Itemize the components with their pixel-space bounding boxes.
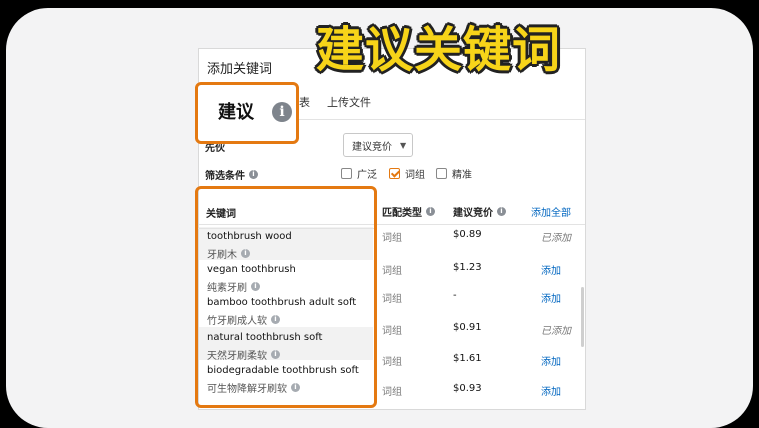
info-icon[interactable]: i: [249, 170, 258, 179]
header-suggested-bid-text: 建议竞价: [453, 208, 493, 219]
filter-phrase-label: 词组: [405, 170, 425, 181]
info-icon[interactable]: i: [426, 207, 435, 216]
chevron-down-icon: ▼: [400, 140, 407, 150]
filter-phrase[interactable]: 词组: [389, 166, 425, 181]
header-match-type: 匹配类型 i: [382, 204, 435, 219]
keyword-header-divider: [198, 228, 374, 229]
filter-exact-label: 精准: [452, 170, 472, 181]
match-type: 词组: [382, 387, 402, 398]
header-suggested-bid: 建议竞价 i: [453, 204, 506, 219]
header-match-type-text: 匹配类型: [382, 208, 422, 219]
add-button[interactable]: 添加: [541, 353, 561, 368]
bid-value: $1.61: [453, 353, 482, 364]
bid-value: $0.93: [453, 383, 482, 394]
match-type: 词组: [382, 357, 402, 368]
bid-dropdown-label: 建议竞价: [352, 141, 392, 153]
bid-value: $0.89: [453, 229, 482, 240]
checkbox-checked-icon[interactable]: [389, 168, 400, 179]
add-button[interactable]: 添加: [541, 383, 561, 398]
info-icon[interactable]: i: [497, 207, 506, 216]
header-keyword: 关键词: [206, 209, 236, 220]
bid-value: -: [453, 290, 457, 301]
bid-value: $0.91: [453, 322, 482, 333]
overlay-caption: 建议关键词: [316, 22, 562, 78]
tab-upload-file[interactable]: 上传文件: [327, 94, 371, 110]
added-label: 已添加: [541, 326, 571, 337]
checkbox-exact[interactable]: [436, 168, 447, 179]
added-label: 已添加: [541, 233, 571, 244]
panel-title: 添加关键词: [207, 62, 273, 77]
add-button[interactable]: 添加: [541, 262, 561, 277]
bid-value: $1.23: [453, 262, 482, 273]
tab-list-partial[interactable]: 表: [299, 94, 310, 110]
match-type: 词组: [382, 326, 402, 337]
filter-exact[interactable]: 精准: [436, 166, 472, 181]
filter-label: 筛选条件 i: [205, 167, 258, 182]
scrollbar[interactable]: [581, 287, 584, 347]
match-type: 词组: [382, 233, 402, 244]
match-type: 词组: [382, 294, 402, 305]
filter-broad[interactable]: 广泛: [341, 166, 377, 181]
filter-label-text: 筛选条件: [205, 171, 245, 182]
bid-dropdown[interactable]: 建议竞价 ▼: [343, 133, 413, 157]
filter-broad-label: 广泛: [357, 170, 377, 181]
checkbox-broad[interactable]: [341, 168, 352, 179]
add-button[interactable]: 添加: [541, 290, 561, 305]
match-type: 词组: [382, 266, 402, 277]
add-all-link[interactable]: 添加全部: [531, 204, 571, 219]
tab-suggested[interactable]: 建议: [218, 98, 254, 124]
info-icon[interactable]: i: [272, 102, 292, 122]
